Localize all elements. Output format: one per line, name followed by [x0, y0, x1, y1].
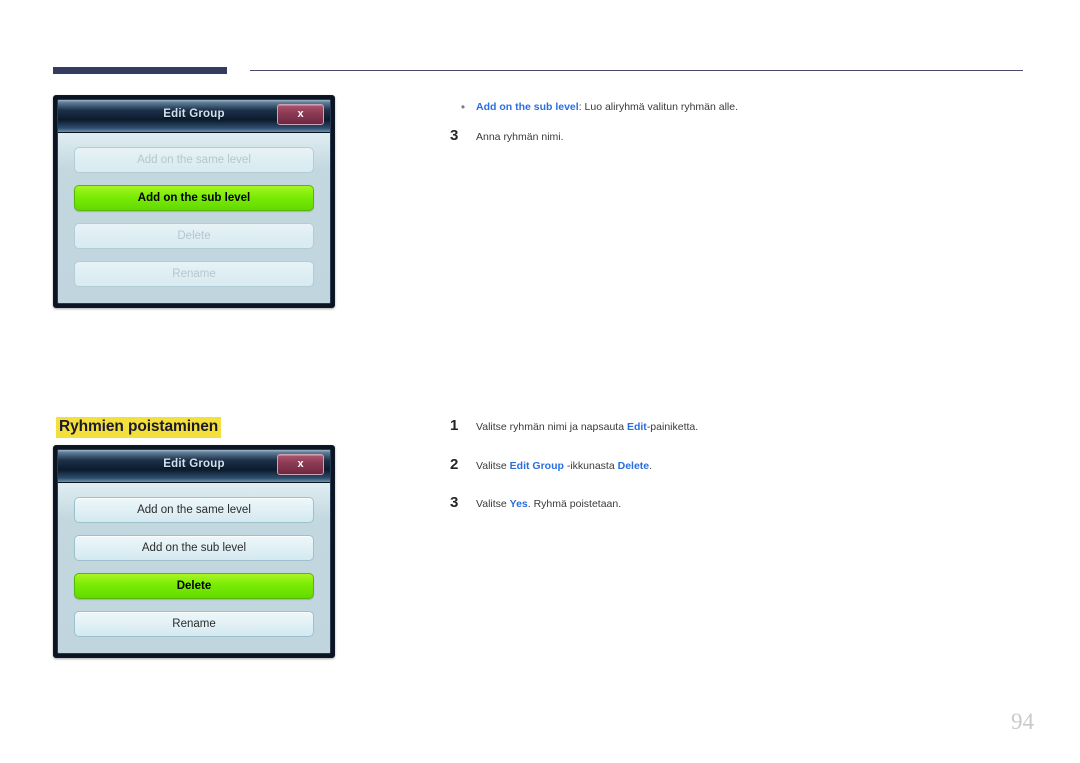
step-number: 2	[450, 455, 459, 473]
step-text-segment: -painiketta.	[646, 421, 699, 433]
button-delete[interactable]: Delete	[74, 573, 314, 599]
button-rename[interactable]: Rename	[74, 261, 314, 287]
dialog-body: Add on the same level Add on the sub lev…	[58, 483, 330, 653]
step-text: Anna ryhmän nimi.	[476, 131, 564, 143]
step-text-segment: Valitse	[476, 459, 510, 472]
button-rename[interactable]: Rename	[74, 611, 314, 637]
button-add-on-the-same-level[interactable]: Add on the same level	[74, 497, 314, 523]
bullet-rest: : Luo aliryhmä valitun ryhmän alle.	[578, 101, 739, 113]
step-text: Valitse Yes. Ryhmä poistetaan.	[476, 497, 1030, 512]
step-text-segment: Valitse	[476, 498, 510, 511]
step-text-segment: Valitse ryhmän nimi ja napsauta	[476, 421, 627, 433]
step-term: Edit Group	[509, 459, 564, 472]
bullet-marker: •	[460, 100, 466, 114]
close-icon[interactable]: x	[277, 454, 324, 475]
instructions-bottom: 1 Valitse ryhmän nimi ja napsauta Edit-pa…	[450, 418, 1030, 512]
edit-group-dialog-bottom: Edit Group x Add on the same level Add o…	[53, 445, 335, 658]
button-add-on-the-sub-level[interactable]: Add on the sub level	[74, 535, 314, 561]
bullet-text: Add on the sub level: Luo aliryhmä valit…	[476, 100, 1030, 115]
dialog-inner-frame: Edit Group x Add on the same level Add o…	[57, 449, 331, 654]
instructions-top: • Add on the sub level: Luo aliryhmä val…	[450, 100, 1030, 145]
step-term: Delete	[617, 459, 650, 472]
step-number: 3	[450, 494, 459, 512]
step-term: Yes	[509, 498, 528, 511]
header-rule-thin	[250, 70, 1023, 71]
step-term: Edit	[626, 421, 647, 433]
step-item: 1 Valitse ryhmän nimi ja napsauta Edit-pa…	[450, 418, 1030, 435]
edit-group-dialog-top: Edit Group x Add on the same level Add o…	[53, 95, 335, 308]
page-number: 94	[1011, 709, 1034, 734]
step-text: Valitse ryhmän nimi ja napsauta Edit-pai…	[476, 420, 1030, 435]
dialog-titlebar: Edit Group x	[58, 100, 330, 133]
button-add-on-the-sub-level[interactable]: Add on the sub level	[74, 185, 314, 211]
step-item: 2 Valitse Edit Group -ikkunasta Delete.	[450, 457, 1030, 474]
header-rule-thick	[53, 67, 227, 74]
step-item: 3 Anna ryhmän nimi.	[450, 128, 1030, 145]
dialog-body: Add on the same level Add on the sub lev…	[58, 133, 330, 303]
button-delete[interactable]: Delete	[74, 223, 314, 249]
step-number: 1	[450, 417, 459, 434]
close-icon[interactable]: x	[277, 104, 324, 125]
step-item: 3 Valitse Yes. Ryhmä poistetaan.	[450, 495, 1030, 512]
dialog-titlebar: Edit Group x	[58, 450, 330, 483]
bullet-item: • Add on the sub level: Luo aliryhmä val…	[450, 100, 1030, 115]
dialog-inner-frame: Edit Group x Add on the same level Add o…	[57, 99, 331, 304]
step-text-segment: . Ryhmä poistetaan.	[527, 498, 622, 511]
step-number: 3	[450, 127, 459, 144]
step-text-segment: -ikkunasta	[563, 459, 618, 472]
button-add-on-the-same-level[interactable]: Add on the same level	[74, 147, 314, 173]
page-title: Ryhmien poistaminen	[56, 417, 222, 438]
bullet-term: Add on the sub level	[476, 101, 579, 113]
step-text-segment: .	[649, 459, 653, 472]
step-text: Valitse Edit Group -ikkunasta Delete.	[476, 459, 1030, 474]
